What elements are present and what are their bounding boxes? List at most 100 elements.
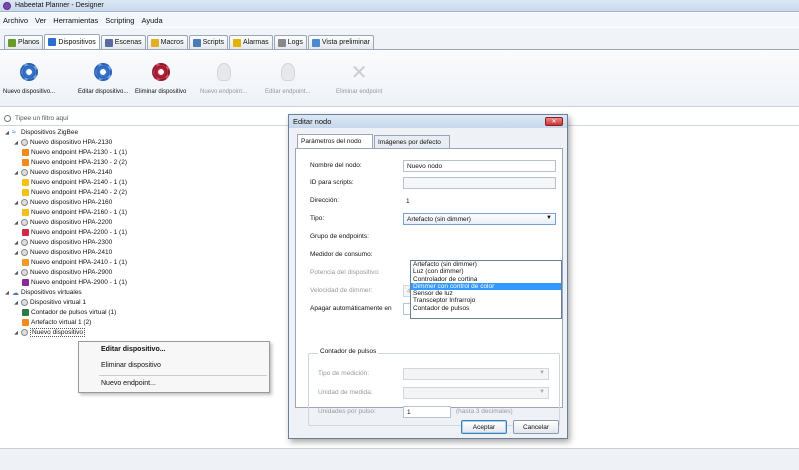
cancel-button[interactable]: Cancelar (513, 420, 559, 434)
device-icon (21, 139, 28, 146)
tab-node-params[interactable]: Parámetros del nodo (297, 134, 373, 148)
eliminar-endpoint-button[interactable]: ✕ Eliminar endpoint (336, 53, 382, 96)
type-option[interactable]: Controlador de cortina (411, 276, 561, 283)
ctx-new-endpoint[interactable]: Nuevo endpoint... (101, 380, 156, 387)
nuevo-endpoint-button[interactable]: Nuevo endpoint... (200, 53, 247, 95)
tree-device[interactable]: ◢ Dispositivo virtual 1 (13, 298, 86, 307)
expander-icon[interactable]: ◢ (4, 130, 10, 136)
tab-label: Scripts (202, 39, 224, 46)
tab-dispositivos[interactable]: Dispositivos (44, 34, 100, 49)
tree-label: Nuevo endpoint HPA-2140 - 2 (2) (31, 189, 127, 196)
tab-vista-preliminar[interactable]: Vista preliminar (307, 35, 374, 49)
expander-icon[interactable]: ◢ (13, 170, 19, 176)
title-bar: Habeetat Planner - Designer (0, 0, 799, 12)
endpoint-icon (22, 259, 29, 266)
tab-default-images[interactable]: Imágenes por defecto (374, 135, 450, 148)
tree-label: Nuevo dispositivo HPA-2160 (30, 199, 113, 206)
expander-icon[interactable]: ◢ (13, 250, 19, 256)
nuevo-dispositivo-button[interactable]: Nuevo dispositivo... (3, 53, 55, 95)
tree-device[interactable]: ◢ Nuevo dispositivo HPA-2160 (13, 198, 112, 207)
menu-herramientas[interactable]: Herramientas (53, 16, 98, 25)
tree-endpoint[interactable]: Nuevo endpoint HPA-2130 - 2 (2) (22, 158, 127, 167)
id-input[interactable] (403, 177, 556, 189)
endpoint-icon (22, 209, 29, 216)
tab-label: Planos (18, 39, 40, 46)
expander-icon[interactable]: ◢ (4, 290, 10, 296)
device-icon (21, 249, 28, 256)
ctx-delete-device[interactable]: Eliminar dispositivo (101, 362, 161, 369)
tree-label: Nuevo dispositivo HPA-2900 (30, 269, 113, 276)
tab-macros[interactable]: Macros (146, 35, 188, 49)
tree-endpoint[interactable]: Artefacto virtual 1 (2) (22, 318, 91, 327)
menu-ver[interactable]: Ver (35, 16, 46, 25)
tree-endpoint[interactable]: Nuevo endpoint HPA-2130 - 1 (1) (22, 148, 127, 157)
tree-endpoint[interactable]: Nuevo endpoint HPA-2200 - 1 (1) (22, 228, 127, 237)
type-option[interactable]: Transceptor Infrarrojo (411, 297, 561, 304)
name-label: Nombre del nodo: (310, 162, 362, 169)
editar-endpoint-button[interactable]: Editar endpoint... (265, 53, 310, 95)
expander-icon[interactable]: ◢ (13, 200, 19, 206)
measure-type-dropdown[interactable]: ▼ (403, 368, 549, 380)
expander-icon[interactable]: ◢ (13, 220, 19, 226)
menu-scripting[interactable]: Scripting (105, 16, 134, 25)
chevron-down-icon: ▼ (539, 389, 545, 395)
ctx-edit-device[interactable]: Editar dispositivo... (101, 346, 166, 353)
editar-dispositivo-button[interactable]: Editar dispositivo... (78, 53, 128, 95)
menu-ayuda[interactable]: Ayuda (141, 16, 162, 25)
measure-type-label: Tipo de medición: (318, 370, 370, 377)
accept-button[interactable]: Aceptar (461, 420, 507, 434)
expander-icon[interactable]: ◢ (13, 300, 19, 306)
device-icon (21, 299, 28, 306)
tab-scripts[interactable]: Scripts (188, 35, 228, 49)
chevron-down-icon: ▼ (546, 215, 552, 221)
tree-endpoint[interactable]: Nuevo endpoint HPA-2140 - 2 (2) (22, 188, 127, 197)
dimmer-speed-label: Velocidad de dimmer: (310, 287, 373, 294)
type-option[interactable]: Dimmer con control de color (411, 282, 561, 291)
expander-icon[interactable]: ◢ (13, 140, 19, 146)
alarm-icon (232, 38, 241, 47)
menu-archivo[interactable]: Archivo (3, 16, 28, 25)
tab-label: Macros (160, 39, 184, 46)
eliminar-dispositivo-button[interactable]: Eliminar dispositivo (135, 53, 186, 95)
ctx-separator (99, 375, 267, 376)
tree-device[interactable]: ◢ Nuevo dispositivo (13, 328, 85, 337)
tab-planos[interactable]: Planos (4, 35, 44, 49)
dialog-title-bar: Editar nodo ✕ (289, 115, 567, 128)
type-option[interactable]: Sensor de luz (411, 290, 561, 297)
device-icon (21, 329, 28, 336)
expander-icon[interactable]: ◢ (13, 270, 19, 276)
close-icon[interactable]: ✕ (545, 117, 563, 126)
type-option[interactable]: Contador de pulsos (411, 305, 561, 312)
node-params-panel: Nombre del nodo: Nuevo nodo ID para scri… (295, 148, 563, 426)
name-input[interactable]: Nuevo nodo (403, 160, 556, 172)
tree-endpoint[interactable]: Nuevo endpoint HPA-2410 - 1 (1) (22, 258, 127, 267)
tree-device[interactable]: ◢ Nuevo dispositivo HPA-2130 (13, 138, 112, 147)
tree-root[interactable]: ◢ ≈ Dispositivos ZigBee (4, 128, 78, 137)
tab-logs[interactable]: Logs (273, 35, 307, 49)
group-label: Grupo de endpoints: (310, 233, 369, 240)
type-dropdown[interactable]: Artefacto (sin dimmer) ▼ (403, 213, 556, 225)
type-option[interactable]: Luz (con dimmer) (411, 268, 561, 275)
tree-device[interactable]: ◢ Nuevo dispositivo HPA-2900 (13, 268, 112, 277)
tree-device[interactable]: ◢ Nuevo dispositivo HPA-2410 (13, 248, 112, 257)
endpoint-icon (22, 279, 29, 286)
tree-endpoint[interactable]: Nuevo endpoint HPA-2900 - 1 (1) (22, 278, 127, 287)
tree-label: Nuevo endpoint HPA-2130 - 1 (1) (31, 149, 127, 156)
tree-device[interactable]: ◢ Nuevo dispositivo HPA-2140 (13, 168, 112, 177)
tree-endpoint[interactable]: Nuevo endpoint HPA-2140 - 1 (1) (22, 178, 127, 187)
expander-icon[interactable]: ◢ (13, 330, 19, 336)
tab-alarmas[interactable]: Alarmas (228, 35, 273, 49)
tree-root[interactable]: ◢ ☁ Dispositivos virtuales (4, 288, 82, 297)
expander-icon[interactable]: ◢ (13, 240, 19, 246)
tree-device[interactable]: ◢ Nuevo dispositivo HPA-2200 (13, 218, 112, 227)
measure-unit-dropdown[interactable]: ▼ (403, 387, 549, 399)
tree-device[interactable]: ◢ Nuevo dispositivo HPA-2300 (13, 238, 112, 247)
tree-endpoint[interactable]: Nuevo endpoint HPA-2160 - 1 (1) (22, 208, 127, 217)
type-option[interactable]: Artefacto (sin dimmer) (411, 261, 561, 268)
preview-icon (311, 38, 320, 47)
tree-endpoint[interactable]: Contador de pulsos virtual (1) (22, 308, 116, 317)
device-icon (21, 219, 28, 226)
units-per-pulse-input[interactable]: 1 (403, 406, 451, 418)
filter-input[interactable]: Tipee un filtro aquí (15, 115, 69, 122)
tab-escenas[interactable]: Escenas (100, 35, 146, 49)
